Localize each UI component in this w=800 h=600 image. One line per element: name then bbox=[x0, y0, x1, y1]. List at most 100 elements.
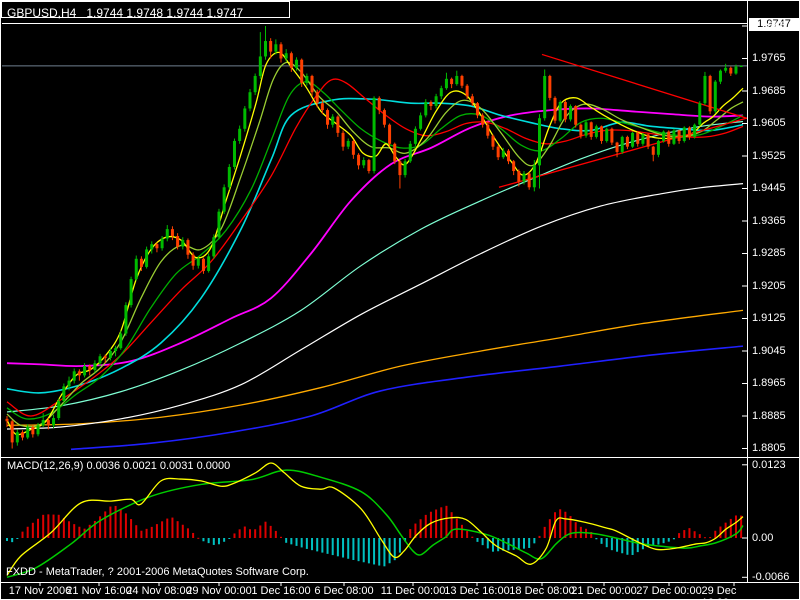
candle-down bbox=[155, 244, 158, 248]
macd-hist-bar-neg bbox=[311, 538, 313, 550]
macd-hist-bar-pos bbox=[714, 531, 716, 538]
candle-down bbox=[357, 155, 360, 166]
candle-down bbox=[450, 79, 453, 84]
candle-down bbox=[367, 160, 370, 171]
macd-hist-bar-pos bbox=[280, 537, 282, 538]
macd-hist-bar-neg bbox=[611, 538, 613, 550]
macd-hist-bar-neg bbox=[316, 538, 318, 551]
candle-up bbox=[543, 76, 546, 118]
time-axis-label: 24 Nov 08:00 bbox=[126, 585, 191, 597]
macd-hist-bar-neg bbox=[373, 538, 375, 564]
macd-hist-bar-neg bbox=[321, 538, 323, 553]
macd-hist-bar-pos bbox=[182, 525, 184, 538]
candle-up bbox=[585, 122, 588, 135]
macd-hist-bar-pos bbox=[539, 536, 541, 538]
copyright-text: FXDD - MetaTrader, ? 2001-2006 MetaQuote… bbox=[6, 566, 309, 578]
macd-hist-bar-neg bbox=[363, 538, 365, 562]
candle-down bbox=[280, 44, 283, 58]
candle-down bbox=[78, 371, 81, 375]
main-price-panel bbox=[2, 26, 748, 449]
price-axis-label: 1.9765 bbox=[752, 52, 786, 64]
macd-hist-bar-neg bbox=[518, 538, 520, 549]
macd-hist-bar-pos bbox=[27, 527, 29, 538]
candle-down bbox=[11, 421, 14, 442]
price-axis-label: 1.8885 bbox=[752, 410, 786, 422]
candle-up bbox=[533, 165, 536, 187]
candle-down bbox=[564, 102, 567, 119]
price-axis-label: 1.9685 bbox=[752, 85, 786, 97]
macd-hist-bar-neg bbox=[492, 538, 494, 552]
candle-up bbox=[657, 141, 660, 155]
candle-up bbox=[254, 76, 257, 92]
candle-up bbox=[114, 348, 117, 351]
candle-up bbox=[248, 92, 251, 108]
macd-hist-bar-pos bbox=[68, 521, 70, 538]
macd-hist-bar-neg bbox=[337, 538, 339, 556]
candle-up bbox=[455, 76, 458, 84]
macd-indicator-label: MACD(12,26,9) 0.0036 0.0021 0.0031 0.000… bbox=[7, 460, 230, 472]
macd-hist-bar-neg bbox=[378, 538, 380, 566]
candle-down bbox=[6, 419, 9, 421]
macd-hist-bar-neg bbox=[513, 538, 515, 550]
candle-up bbox=[57, 401, 60, 418]
candle-up bbox=[161, 238, 164, 248]
price-axis-label: 1.9045 bbox=[752, 345, 786, 357]
macd-hist-bar-pos bbox=[161, 521, 163, 538]
macd-hist-bar-pos bbox=[451, 512, 453, 538]
candle-down bbox=[186, 240, 189, 255]
macd-hist-bar-neg bbox=[306, 538, 308, 549]
macd-hist-bar-neg bbox=[223, 538, 225, 542]
macd-hist-bar-pos bbox=[109, 507, 111, 538]
candle-up bbox=[734, 67, 737, 74]
macd-hist-bar-neg bbox=[228, 538, 230, 539]
candle-down bbox=[600, 126, 603, 141]
macd-hist-bar-pos bbox=[435, 510, 437, 538]
macd-hist-bar-pos bbox=[259, 525, 261, 538]
candle-up bbox=[243, 108, 246, 128]
candle-down bbox=[388, 125, 391, 144]
time-axis-label: 11 Dec 00:00 bbox=[381, 585, 446, 597]
candle-down bbox=[481, 115, 484, 124]
macd-hist-bar-pos bbox=[177, 521, 179, 538]
candle-up bbox=[740, 66, 743, 67]
macd-hist-bar-pos bbox=[120, 510, 122, 538]
macd-hist-bar-pos bbox=[249, 529, 251, 538]
macd-hist-bar-neg bbox=[301, 538, 303, 547]
macd-hist-bar-pos bbox=[575, 522, 577, 538]
candle-up bbox=[16, 432, 19, 442]
candle-up bbox=[424, 102, 427, 115]
macd-hist-bar-neg bbox=[342, 538, 344, 558]
candle-up bbox=[595, 126, 598, 137]
candle-down bbox=[336, 117, 339, 133]
candle-up bbox=[37, 425, 40, 434]
macd-hist-bar-pos bbox=[471, 537, 473, 538]
trendline-ascending bbox=[499, 118, 748, 187]
candle-down bbox=[378, 98, 381, 110]
macd-hist-bar-neg bbox=[616, 538, 618, 552]
candle-down bbox=[202, 259, 205, 271]
macd-hist-bar-pos bbox=[151, 527, 153, 538]
price-axis-label: 1.9445 bbox=[752, 182, 786, 194]
candle-up bbox=[274, 44, 277, 51]
candle-up bbox=[409, 144, 412, 161]
candle-down bbox=[140, 259, 143, 267]
macd-hist-bar-neg bbox=[606, 538, 608, 547]
candle-up bbox=[445, 79, 448, 88]
macd-hist-bar-pos bbox=[187, 528, 189, 538]
macd-hist-bar-pos bbox=[688, 528, 690, 538]
candle-down bbox=[342, 133, 345, 147]
chart-title-overlay: GBPUSD,H41.9744 1.9748 1.9744 1.9747 bbox=[7, 6, 243, 20]
price-axis-label: 1.9205 bbox=[752, 280, 786, 292]
symbol-period-label: GBPUSD,H4 bbox=[7, 6, 76, 20]
candle-down bbox=[290, 53, 293, 68]
candle-up bbox=[223, 187, 226, 211]
chart-canvas[interactable] bbox=[1, 1, 800, 600]
candle-up bbox=[73, 371, 76, 380]
candle-down bbox=[616, 143, 619, 152]
macd-hist-bar-neg bbox=[657, 538, 659, 545]
price-axis-label: 1.9365 bbox=[752, 215, 786, 227]
macd-hist-bar-pos bbox=[694, 531, 696, 538]
candle-up bbox=[238, 129, 241, 141]
candle-down bbox=[636, 133, 639, 144]
macd-hist-bar-neg bbox=[332, 538, 334, 555]
